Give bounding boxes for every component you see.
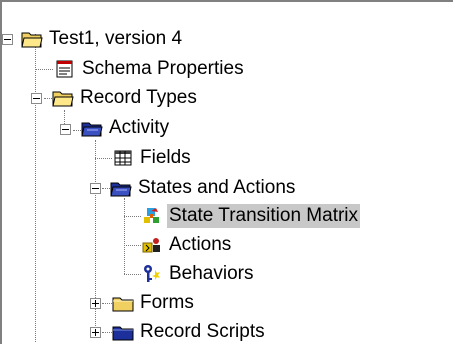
tree-node-root[interactable]: Test1, version 4 [21, 27, 184, 51]
collapse-toggle-record-types[interactable] [31, 93, 42, 104]
tree-line [102, 303, 112, 304]
open-blue-folder-icon [110, 182, 132, 197]
tree-line [95, 158, 112, 159]
tree-node-schema-properties[interactable]: Schema Properties [54, 57, 246, 81]
tree-line [35, 69, 53, 70]
tree-node-label: Record Types [80, 87, 197, 108]
collapse-toggle-root[interactable] [2, 34, 13, 45]
tree-line [102, 332, 112, 333]
open-blue-folder-icon [81, 122, 103, 137]
tree-node-label: Fields [140, 147, 191, 168]
fields-grid-icon [114, 150, 132, 166]
tree-node-label: Schema Properties [82, 58, 244, 79]
tree-line [124, 198, 125, 274]
tree-node-label: Test1, version 4 [49, 28, 183, 49]
collapse-toggle-activity[interactable] [60, 124, 71, 135]
tree-node-label: Forms [140, 292, 194, 313]
schema-tree-panel: Test1, version 4 Schema Properties Recor… [0, 0, 453, 344]
tree-line [35, 34, 36, 342]
tree-line [124, 216, 141, 217]
actions-icon [142, 238, 160, 253]
open-folder-icon [21, 32, 43, 48]
tree-node-label: Activity [109, 117, 170, 138]
tree-node-label: Actions [169, 234, 232, 255]
tree-node-label: States and Actions [138, 177, 296, 198]
tree-node-states-and-actions[interactable]: States and Actions [110, 176, 297, 200]
tree-node-behaviors[interactable]: Behaviors [141, 262, 256, 286]
tree-node-record-types[interactable]: Record Types [52, 86, 199, 110]
tree-node-activity[interactable]: Activity [81, 116, 171, 140]
properties-sheet-icon [56, 60, 73, 78]
blue-folder-icon [112, 326, 134, 341]
behaviors-key-icon [144, 265, 160, 282]
tree-node-actions[interactable]: Actions [141, 233, 233, 257]
yellow-folder-icon [112, 297, 134, 312]
tree-node-label: Behaviors [169, 263, 254, 284]
tree-line [124, 274, 141, 275]
tree-node-record-scripts[interactable]: Record Scripts [112, 320, 267, 344]
tree-node-label: Record Scripts [140, 321, 265, 342]
state-matrix-icon [144, 208, 159, 223]
open-folder-icon [52, 91, 74, 107]
tree-node-label: State Transition Matrix [167, 204, 361, 228]
collapse-toggle-states-and-actions[interactable] [90, 183, 101, 194]
tree-node-fields[interactable]: Fields [112, 146, 193, 170]
tree-node-state-transition-matrix[interactable]: State Transition Matrix [141, 204, 361, 228]
expand-toggle-record-scripts[interactable] [90, 327, 101, 338]
tree-line [124, 245, 141, 246]
expand-toggle-forms[interactable] [90, 298, 101, 309]
tree-node-forms[interactable]: Forms [112, 291, 196, 315]
